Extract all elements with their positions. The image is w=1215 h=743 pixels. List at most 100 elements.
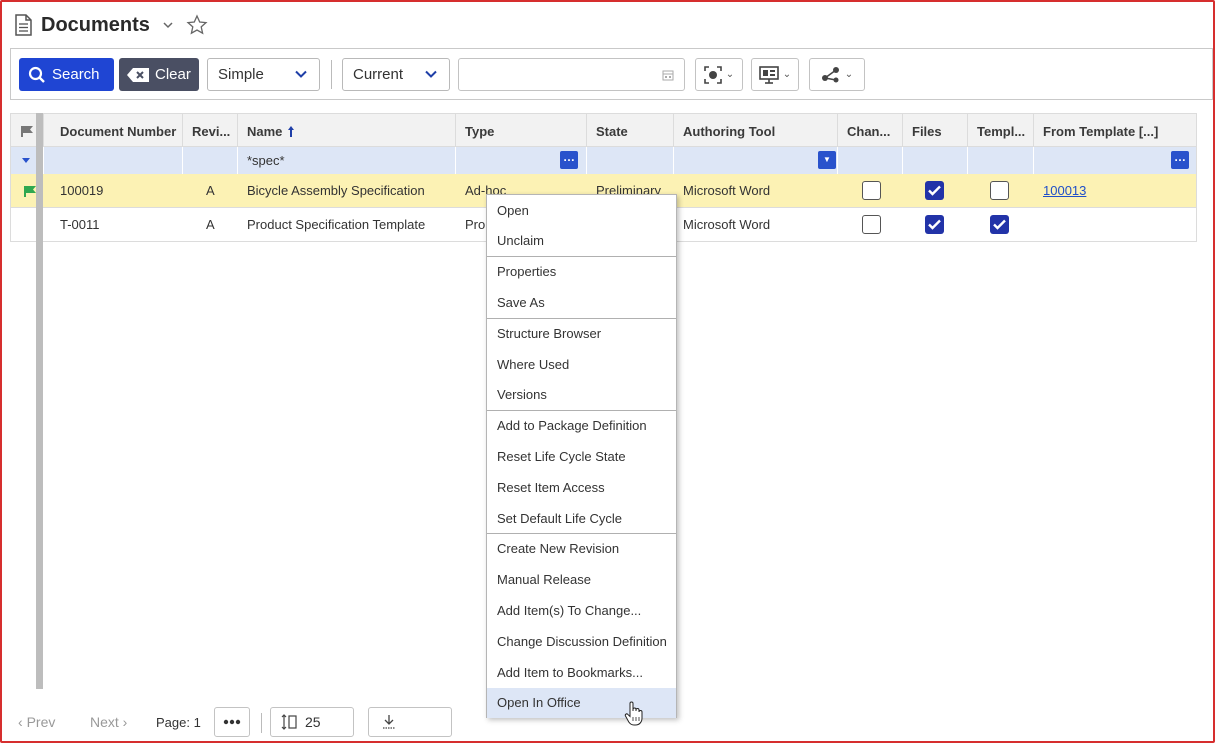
menu-item-change-discussion-definition[interactable]: Change Discussion Definition	[487, 626, 676, 656]
from-template-link[interactable]: 100013	[1043, 183, 1086, 198]
layout-button[interactable]: ⌄	[751, 58, 799, 91]
column-header-name[interactable]: Name	[238, 114, 456, 148]
search-mode-select[interactable]: Simple	[207, 58, 320, 91]
column-header-from-template[interactable]: From Template [...]	[1034, 114, 1197, 148]
search-mode-value: Simple	[218, 66, 264, 83]
check-icon	[993, 219, 1006, 230]
export-button[interactable]	[368, 707, 452, 737]
cell-revision: A	[206, 183, 215, 198]
clear-button[interactable]: Clear	[119, 58, 199, 91]
menu-item-where-used[interactable]: Where Used	[487, 349, 676, 379]
chevron-down-icon[interactable]: ▼	[818, 151, 836, 169]
calendar-icon[interactable]	[662, 69, 674, 81]
share-button[interactable]: ⌄	[809, 58, 865, 91]
page-size-input[interactable]: 25	[270, 707, 354, 737]
menu-item-add-to-package-definition[interactable]: Add to Package Definition	[487, 411, 676, 441]
checkbox-template[interactable]	[990, 181, 1009, 200]
page-title: Documents	[41, 13, 150, 36]
filter-change[interactable]	[838, 147, 903, 174]
menu-item-reset-item-access[interactable]: Reset Item Access	[487, 472, 676, 502]
menu-item-add-item-to-bookmarks[interactable]: Add Item to Bookmarks...	[487, 657, 676, 687]
menu-item-structure-browser[interactable]: Structure Browser	[487, 318, 676, 348]
date-input[interactable]	[458, 58, 685, 91]
filter-template[interactable]	[968, 147, 1034, 174]
filter-name[interactable]: *spec*	[238, 147, 456, 174]
menu-item-unclaim[interactable]: Unclaim	[487, 226, 676, 256]
search-toolbar: Search Clear Simple Current ⌄ ⌄ ⌄	[10, 48, 1213, 100]
revision-value: Current	[353, 66, 404, 83]
check-icon	[928, 219, 941, 230]
column-header-template[interactable]: Templ...	[968, 114, 1034, 148]
menu-item-reset-life-cycle-state[interactable]: Reset Life Cycle State	[487, 441, 676, 471]
next-page-button[interactable]: Next ›	[90, 714, 127, 730]
chevron-down-icon: ⌄	[725, 69, 735, 80]
filter-document-number[interactable]	[51, 147, 183, 174]
menu-item-properties[interactable]: Properties	[487, 257, 676, 287]
column-header-files[interactable]: Files	[903, 114, 968, 148]
filter-from-template[interactable]: …	[1034, 147, 1196, 174]
more-pages-button[interactable]	[214, 707, 250, 737]
saved-search-button[interactable]: ⌄	[695, 58, 743, 91]
column-header-authoring-tool[interactable]: Authoring Tool	[674, 114, 838, 148]
sort-up-icon	[288, 125, 295, 137]
chevron-down-icon	[295, 70, 307, 78]
cell-document-number: 100019	[60, 183, 104, 198]
search-button[interactable]: Search	[19, 58, 114, 91]
more-icon[interactable]: …	[1171, 151, 1189, 169]
filter-files[interactable]	[903, 147, 968, 174]
search-icon	[28, 66, 45, 83]
page-size-icon	[281, 714, 297, 730]
filter-authoring-tool[interactable]: ▼	[674, 147, 838, 174]
filter-row: *spec* … ▼ …	[10, 147, 1197, 174]
menu-item-open[interactable]: Open	[487, 195, 676, 225]
cell-document-number: T-0011	[60, 217, 100, 232]
menu-item-set-default-life-cycle[interactable]: Set Default Life Cycle	[487, 503, 676, 533]
flag-icon	[21, 126, 33, 137]
filter-state[interactable]	[587, 147, 674, 174]
grid-splitter[interactable]	[36, 113, 43, 689]
next-label: Next	[90, 714, 119, 730]
chevron-down-icon: ⌄	[782, 69, 792, 80]
page-size-value: 25	[305, 714, 321, 730]
menu-item-versions[interactable]: Versions	[487, 380, 676, 410]
grid-header: Document Number Revi... Name Type State …	[10, 113, 1197, 148]
clear-button-label: Clear	[155, 66, 191, 83]
search-button-label: Search	[52, 66, 100, 83]
star-icon[interactable]	[186, 14, 208, 36]
cell-from-template	[1034, 208, 1197, 241]
menu-item-open-in-office[interactable]: Open In Office	[487, 687, 676, 718]
cell-revision: A	[206, 217, 215, 232]
check-icon	[928, 185, 941, 196]
chevron-down-icon: ⌄	[844, 69, 854, 80]
menu-item-save-as[interactable]: Save As	[487, 287, 676, 317]
menu-item-add-item-s-to-change[interactable]: Add Item(s) To Change...	[487, 595, 676, 625]
checkbox-files[interactable]	[925, 181, 944, 200]
page-header: Documents	[12, 10, 208, 40]
checkbox-change[interactable]	[862, 215, 881, 234]
checkbox-template[interactable]	[990, 215, 1009, 234]
cell-authoring-tool: Microsoft Word	[683, 183, 771, 198]
menu-item-manual-release[interactable]: Manual Release	[487, 565, 676, 595]
revision-select[interactable]: Current	[342, 58, 450, 91]
column-header-change[interactable]: Chan...	[838, 114, 903, 148]
document-icon	[15, 14, 32, 36]
column-header-type[interactable]: Type	[456, 114, 587, 148]
more-icon	[223, 719, 241, 725]
column-header-state[interactable]: State	[587, 114, 674, 148]
filter-type[interactable]: …	[456, 147, 587, 174]
target-icon	[703, 65, 722, 84]
flag-icon	[24, 185, 36, 197]
column-header-revision[interactable]: Revi...	[183, 114, 238, 148]
toolbar-divider	[331, 60, 332, 89]
column-header-name-label: Name	[247, 123, 283, 139]
more-icon[interactable]: …	[560, 151, 578, 169]
chevron-down-icon[interactable]	[162, 19, 174, 31]
prev-page-button[interactable]: ‹ Prev	[18, 714, 55, 730]
menu-item-create-new-revision[interactable]: Create New Revision	[487, 534, 676, 564]
cell-from-template: 100013	[1034, 174, 1197, 207]
filter-revision[interactable]	[183, 147, 238, 174]
checkbox-change[interactable]	[862, 181, 881, 200]
checkbox-files[interactable]	[925, 215, 944, 234]
column-header-document-number[interactable]: Document Number	[51, 114, 183, 148]
clear-icon	[127, 67, 149, 82]
